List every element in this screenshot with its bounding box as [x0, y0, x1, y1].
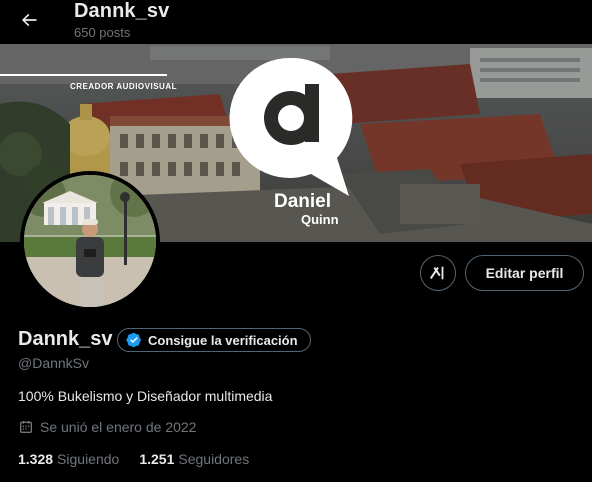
follow-stats: 1.328 Siguiendo 1.251 Seguidores — [18, 451, 249, 467]
grok-icon — [429, 266, 444, 280]
following-count: 1.328 — [18, 451, 54, 467]
followers-link[interactable]: 1.251 Seguidores — [139, 451, 249, 467]
following-link[interactable]: 1.328 Siguiendo — [18, 451, 119, 467]
join-date-text: Se unió el enero de 2022 — [40, 419, 197, 435]
header-title: Dannk_sv — [74, 0, 170, 22]
profile-header-bar: Dannk_sv 650 posts — [0, 0, 592, 44]
verified-badge-icon — [126, 332, 141, 348]
banner-divider — [0, 74, 167, 76]
followers-label: Seguidores — [178, 451, 250, 467]
profile-bio: 100% Bukelismo y Diseñador multimedia — [18, 388, 273, 404]
join-date: Se unió el enero de 2022 — [18, 419, 196, 435]
banner-caption: CREADOR AUDIOVISUAL — [70, 82, 177, 91]
verify-label: Consigue la verificación — [148, 332, 298, 348]
back-button[interactable] — [14, 5, 44, 35]
edit-profile-button[interactable]: Editar perfil — [465, 255, 584, 291]
followers-count: 1.251 — [139, 451, 175, 467]
username-handle: @DannkSv — [18, 355, 90, 371]
grok-button[interactable] — [420, 255, 456, 291]
calendar-icon — [20, 421, 32, 433]
logo-last-name: Quinn — [301, 212, 339, 227]
following-label: Siguiendo — [57, 451, 120, 467]
display-name: Dannk_sv — [18, 328, 113, 350]
posts-count: 650 posts — [74, 25, 131, 40]
get-verified-button[interactable]: Consigue la verificación — [117, 328, 311, 352]
arrow-left-icon — [21, 13, 37, 27]
logo-first-name: Daniel — [274, 191, 332, 212]
profile-avatar[interactable] — [20, 171, 160, 311]
avatar-photo — [24, 175, 156, 307]
